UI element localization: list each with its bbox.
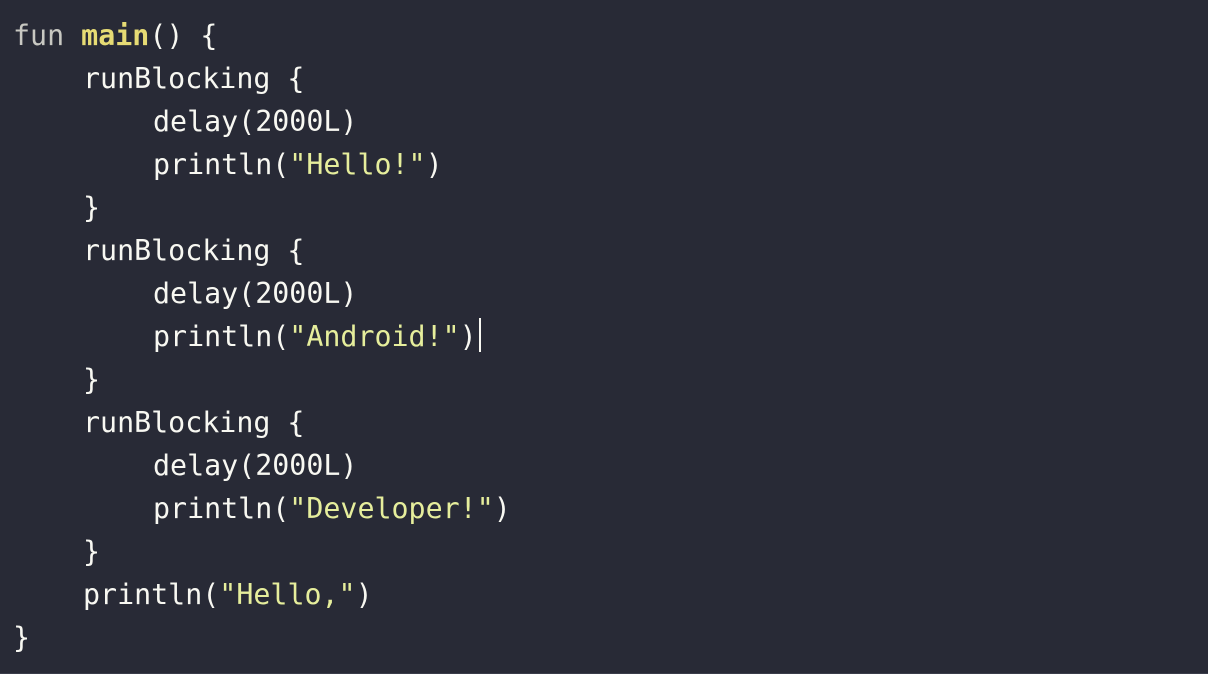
- code-token-plain: ): [459, 320, 477, 353]
- code-token-plain: delay(2000L): [153, 277, 358, 310]
- code-token-string: "Developer!": [289, 492, 494, 525]
- code-token-plain: delay(2000L): [153, 449, 358, 482]
- code-line[interactable]: delay(2000L): [13, 100, 511, 143]
- code-line[interactable]: }: [13, 530, 511, 573]
- code-token-string: "Android!": [289, 320, 460, 353]
- code-editor[interactable]: fun main() { runBlocking { delay(2000L) pri…: [0, 0, 1208, 674]
- code-line[interactable]: delay(2000L): [13, 272, 511, 315]
- code-line[interactable]: println("Developer!"): [13, 487, 511, 530]
- code-token-keyword: fun: [13, 19, 82, 52]
- code-token-plain: runBlocking {: [83, 234, 305, 267]
- code-line[interactable]: println("Hello!"): [13, 143, 511, 186]
- code-token-plain: ): [425, 148, 443, 181]
- code-line[interactable]: runBlocking {: [13, 401, 511, 444]
- code-token-plain: () {: [149, 19, 218, 52]
- code-line[interactable]: delay(2000L): [13, 444, 511, 487]
- code-token-plain: println(: [153, 320, 290, 353]
- code-line[interactable]: println("Hello,"): [13, 573, 511, 616]
- code-token-funcname: main: [81, 19, 150, 52]
- code-token-plain: ): [493, 492, 511, 525]
- code-token-plain: }: [83, 191, 101, 224]
- code-line[interactable]: }: [13, 616, 511, 659]
- code-line[interactable]: runBlocking {: [13, 57, 511, 100]
- code-token-plain: runBlocking {: [83, 406, 305, 439]
- code-token-plain: }: [13, 621, 31, 654]
- code-token-plain: println(: [83, 578, 220, 611]
- text-cursor: [478, 318, 481, 352]
- code-token-string: "Hello,": [219, 578, 356, 611]
- code-token-plain: }: [83, 535, 101, 568]
- code-token-plain: }: [83, 363, 101, 396]
- code-line[interactable]: fun main() {: [13, 14, 511, 57]
- code-token-plain: delay(2000L): [153, 105, 358, 138]
- code-block[interactable]: fun main() { runBlocking { delay(2000L) pri…: [13, 14, 511, 659]
- code-token-plain: println(: [153, 148, 290, 181]
- code-token-string: "Hello!": [289, 148, 426, 181]
- code-line[interactable]: }: [13, 358, 511, 401]
- code-token-plain: println(: [153, 492, 290, 525]
- code-token-plain: runBlocking {: [83, 62, 305, 95]
- code-line[interactable]: println("Android!"): [13, 315, 511, 358]
- code-line[interactable]: runBlocking {: [13, 229, 511, 272]
- code-token-plain: ): [355, 578, 373, 611]
- code-line[interactable]: }: [13, 186, 511, 229]
